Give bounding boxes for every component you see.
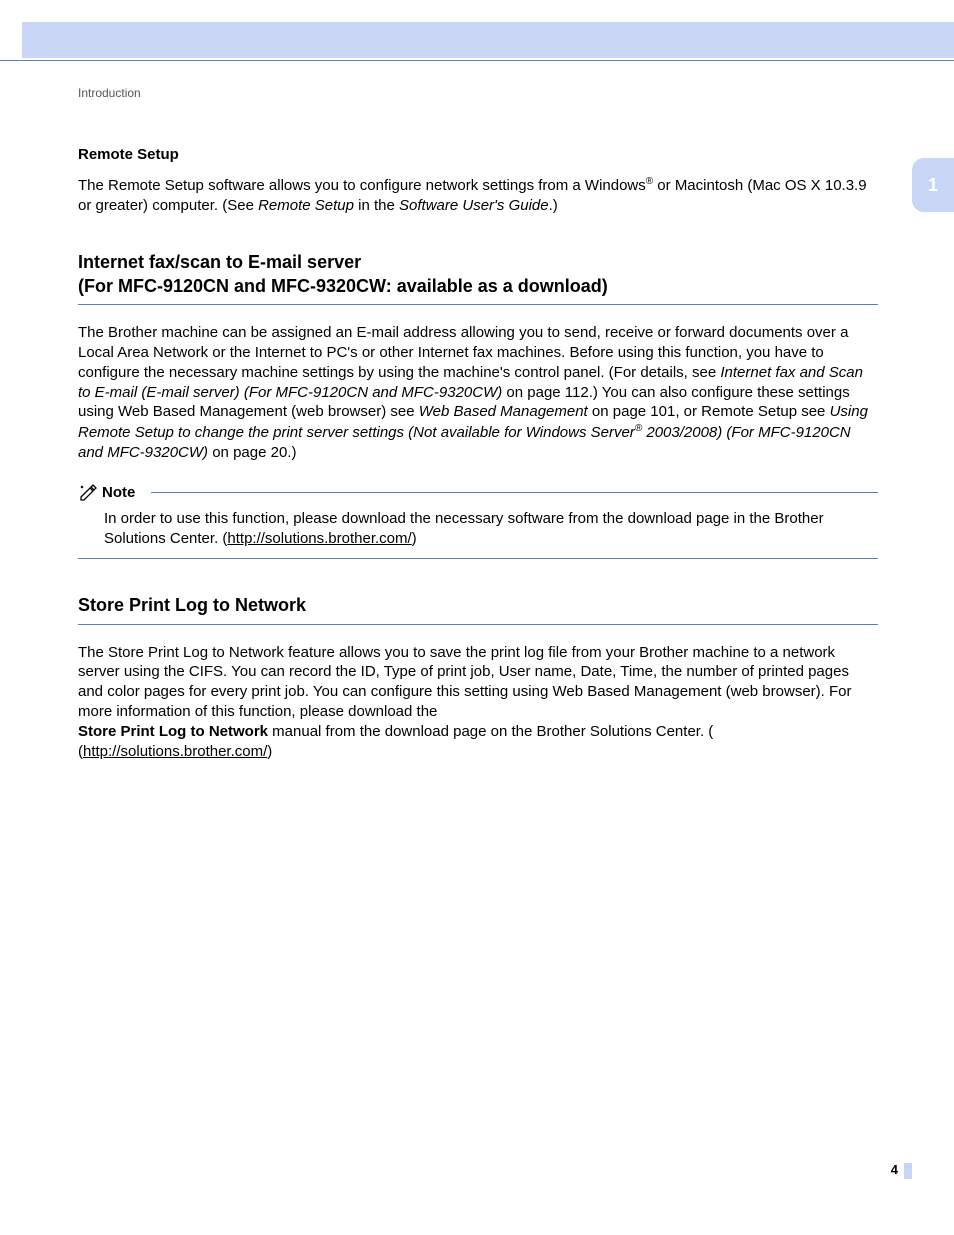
text-fragment: ) <box>267 743 272 760</box>
header-band <box>22 22 954 58</box>
note-block: Note In order to use this function, plea… <box>78 483 878 560</box>
header-rule <box>0 60 954 61</box>
reference-italic: Software User's Guide <box>399 197 549 214</box>
breadcrumb: Introduction <box>78 86 878 100</box>
note-body: In order to use this function, please do… <box>78 503 878 559</box>
text-fragment: .) <box>549 197 558 214</box>
text-fragment: on page 101, or Remote Setup see <box>588 403 830 420</box>
heading-line-2: (For MFC-9120CN and MFC-9320CW: availabl… <box>78 276 608 296</box>
text-fragment: The Store Print Log to Network feature a… <box>78 644 851 720</box>
note-header: Note <box>78 483 878 503</box>
internet-fax-paragraph: The Brother machine can be assigned an E… <box>78 323 878 463</box>
reference-italic: Web Based Management <box>419 403 588 420</box>
bold-term: Store Print Log to Network <box>78 723 268 740</box>
note-rule <box>151 492 878 493</box>
chapter-number: 1 <box>928 175 938 196</box>
page-content: Introduction Remote Setup The Remote Set… <box>78 86 878 781</box>
page-number: 4 <box>891 1162 898 1177</box>
text-fragment: manual from the download page on the Bro… <box>268 723 713 740</box>
remote-setup-paragraph: The Remote Setup software allows you to … <box>78 175 878 216</box>
reference-italic: Remote Setup <box>258 197 354 214</box>
note-link[interactable]: http://solutions.brother.com/ <box>227 530 411 547</box>
text-fragment: In order to use this function, please do… <box>104 510 824 547</box>
section-rule <box>78 304 878 305</box>
note-rule-bottom <box>78 558 878 559</box>
section-rule <box>78 624 878 625</box>
text-fragment: The Remote Setup software allows you to … <box>78 177 646 194</box>
note-label: Note <box>102 484 135 501</box>
page-number-bar <box>904 1163 912 1179</box>
store-print-heading: Store Print Log to Network <box>78 593 878 617</box>
heading-line-1: Internet fax/scan to E-mail server <box>78 252 361 272</box>
chapter-tab: 1 <box>912 158 954 212</box>
pencil-note-icon <box>78 483 98 503</box>
store-print-paragraph: The Store Print Log to Network feature a… <box>78 643 878 762</box>
store-print-link[interactable]: http://solutions.brother.com/ <box>83 743 267 760</box>
text-fragment: in the <box>354 197 399 214</box>
text-fragment: ) <box>412 530 417 547</box>
internet-fax-heading: Internet fax/scan to E-mail server (For … <box>78 250 878 299</box>
remote-setup-heading: Remote Setup <box>78 146 878 163</box>
text-fragment: on page 20.) <box>208 444 296 461</box>
